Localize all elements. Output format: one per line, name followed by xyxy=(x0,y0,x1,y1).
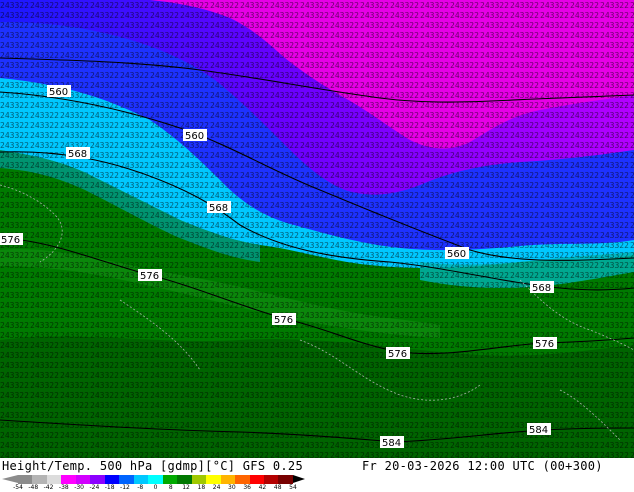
contour-label: 560 xyxy=(183,129,207,142)
colorbar-segment xyxy=(263,475,279,484)
colorbar-segment xyxy=(162,475,178,484)
colorbar-segment xyxy=(119,475,134,484)
contour-label: 568 xyxy=(207,201,231,214)
colorbar-segment xyxy=(191,475,207,484)
colorbar-segment xyxy=(278,475,293,484)
contour-label: 576 xyxy=(386,347,410,360)
contour-label: 576 xyxy=(138,269,162,282)
contour-label-text: 560 xyxy=(185,131,204,142)
contour-label-text: 560 xyxy=(49,87,68,98)
contour-label: 576 xyxy=(0,233,23,246)
colorbar-segment xyxy=(32,475,47,484)
colorbar-segment xyxy=(249,475,264,484)
contour-label-text: 584 xyxy=(382,438,401,449)
contour-label: 576 xyxy=(272,313,296,326)
contour-label: 568 xyxy=(530,281,554,294)
colorbar-ticks: -54 -48 -42 -38 -30 -24 -18 -12 -8 0 8 12 18 24 30 36 42… xyxy=(13,484,297,492)
colorbar-segment xyxy=(177,475,192,484)
weather-map: 2433221 xyxy=(0,0,634,458)
contour-label: 560 xyxy=(47,85,71,98)
contour-label: 568 xyxy=(66,147,90,160)
colorbar-segment xyxy=(220,475,236,484)
contour-label-text: 576 xyxy=(535,339,554,350)
contour-label-text: 576 xyxy=(388,349,407,360)
value-grid-texture xyxy=(0,0,634,458)
contour-label: 560 xyxy=(445,247,469,260)
contour-label-text: 560 xyxy=(447,249,466,260)
map-title: Height/Temp. 500 hPa [gdmp][°C] GFS 0.25 xyxy=(2,459,303,473)
valid-time: Fr 20-03-2026 12:00 UTC (00+300) xyxy=(362,459,603,473)
colorbar xyxy=(18,475,293,484)
colorbar-right-arrow xyxy=(293,475,305,483)
contour-label-text: 576 xyxy=(274,315,293,326)
colorbar-segment xyxy=(75,475,91,484)
contour-label: 584 xyxy=(527,423,551,436)
contour-label: 584 xyxy=(380,436,404,449)
colorbar-segment xyxy=(61,475,76,484)
map-canvas: 2433221 xyxy=(0,0,634,458)
colorbar-segment xyxy=(18,475,33,484)
colorbar-left-arrow xyxy=(2,475,18,483)
contour-label-text: 568 xyxy=(68,149,87,160)
contour-label-text: 576 xyxy=(1,235,20,246)
colorbar-segment xyxy=(46,475,62,484)
colorbar-segment xyxy=(133,475,149,484)
contour-label-text: 568 xyxy=(532,283,551,294)
contour-label-text: 568 xyxy=(209,203,228,214)
colorbar-segment xyxy=(104,475,120,484)
contour-label: 576 xyxy=(533,337,557,350)
colorbar-segment xyxy=(206,475,221,484)
colorbar-segment xyxy=(235,475,250,484)
contour-label-text: 576 xyxy=(140,271,159,282)
colorbar-segment xyxy=(90,475,105,484)
contour-label-text: 584 xyxy=(529,425,548,436)
colorbar-segment xyxy=(148,475,163,484)
